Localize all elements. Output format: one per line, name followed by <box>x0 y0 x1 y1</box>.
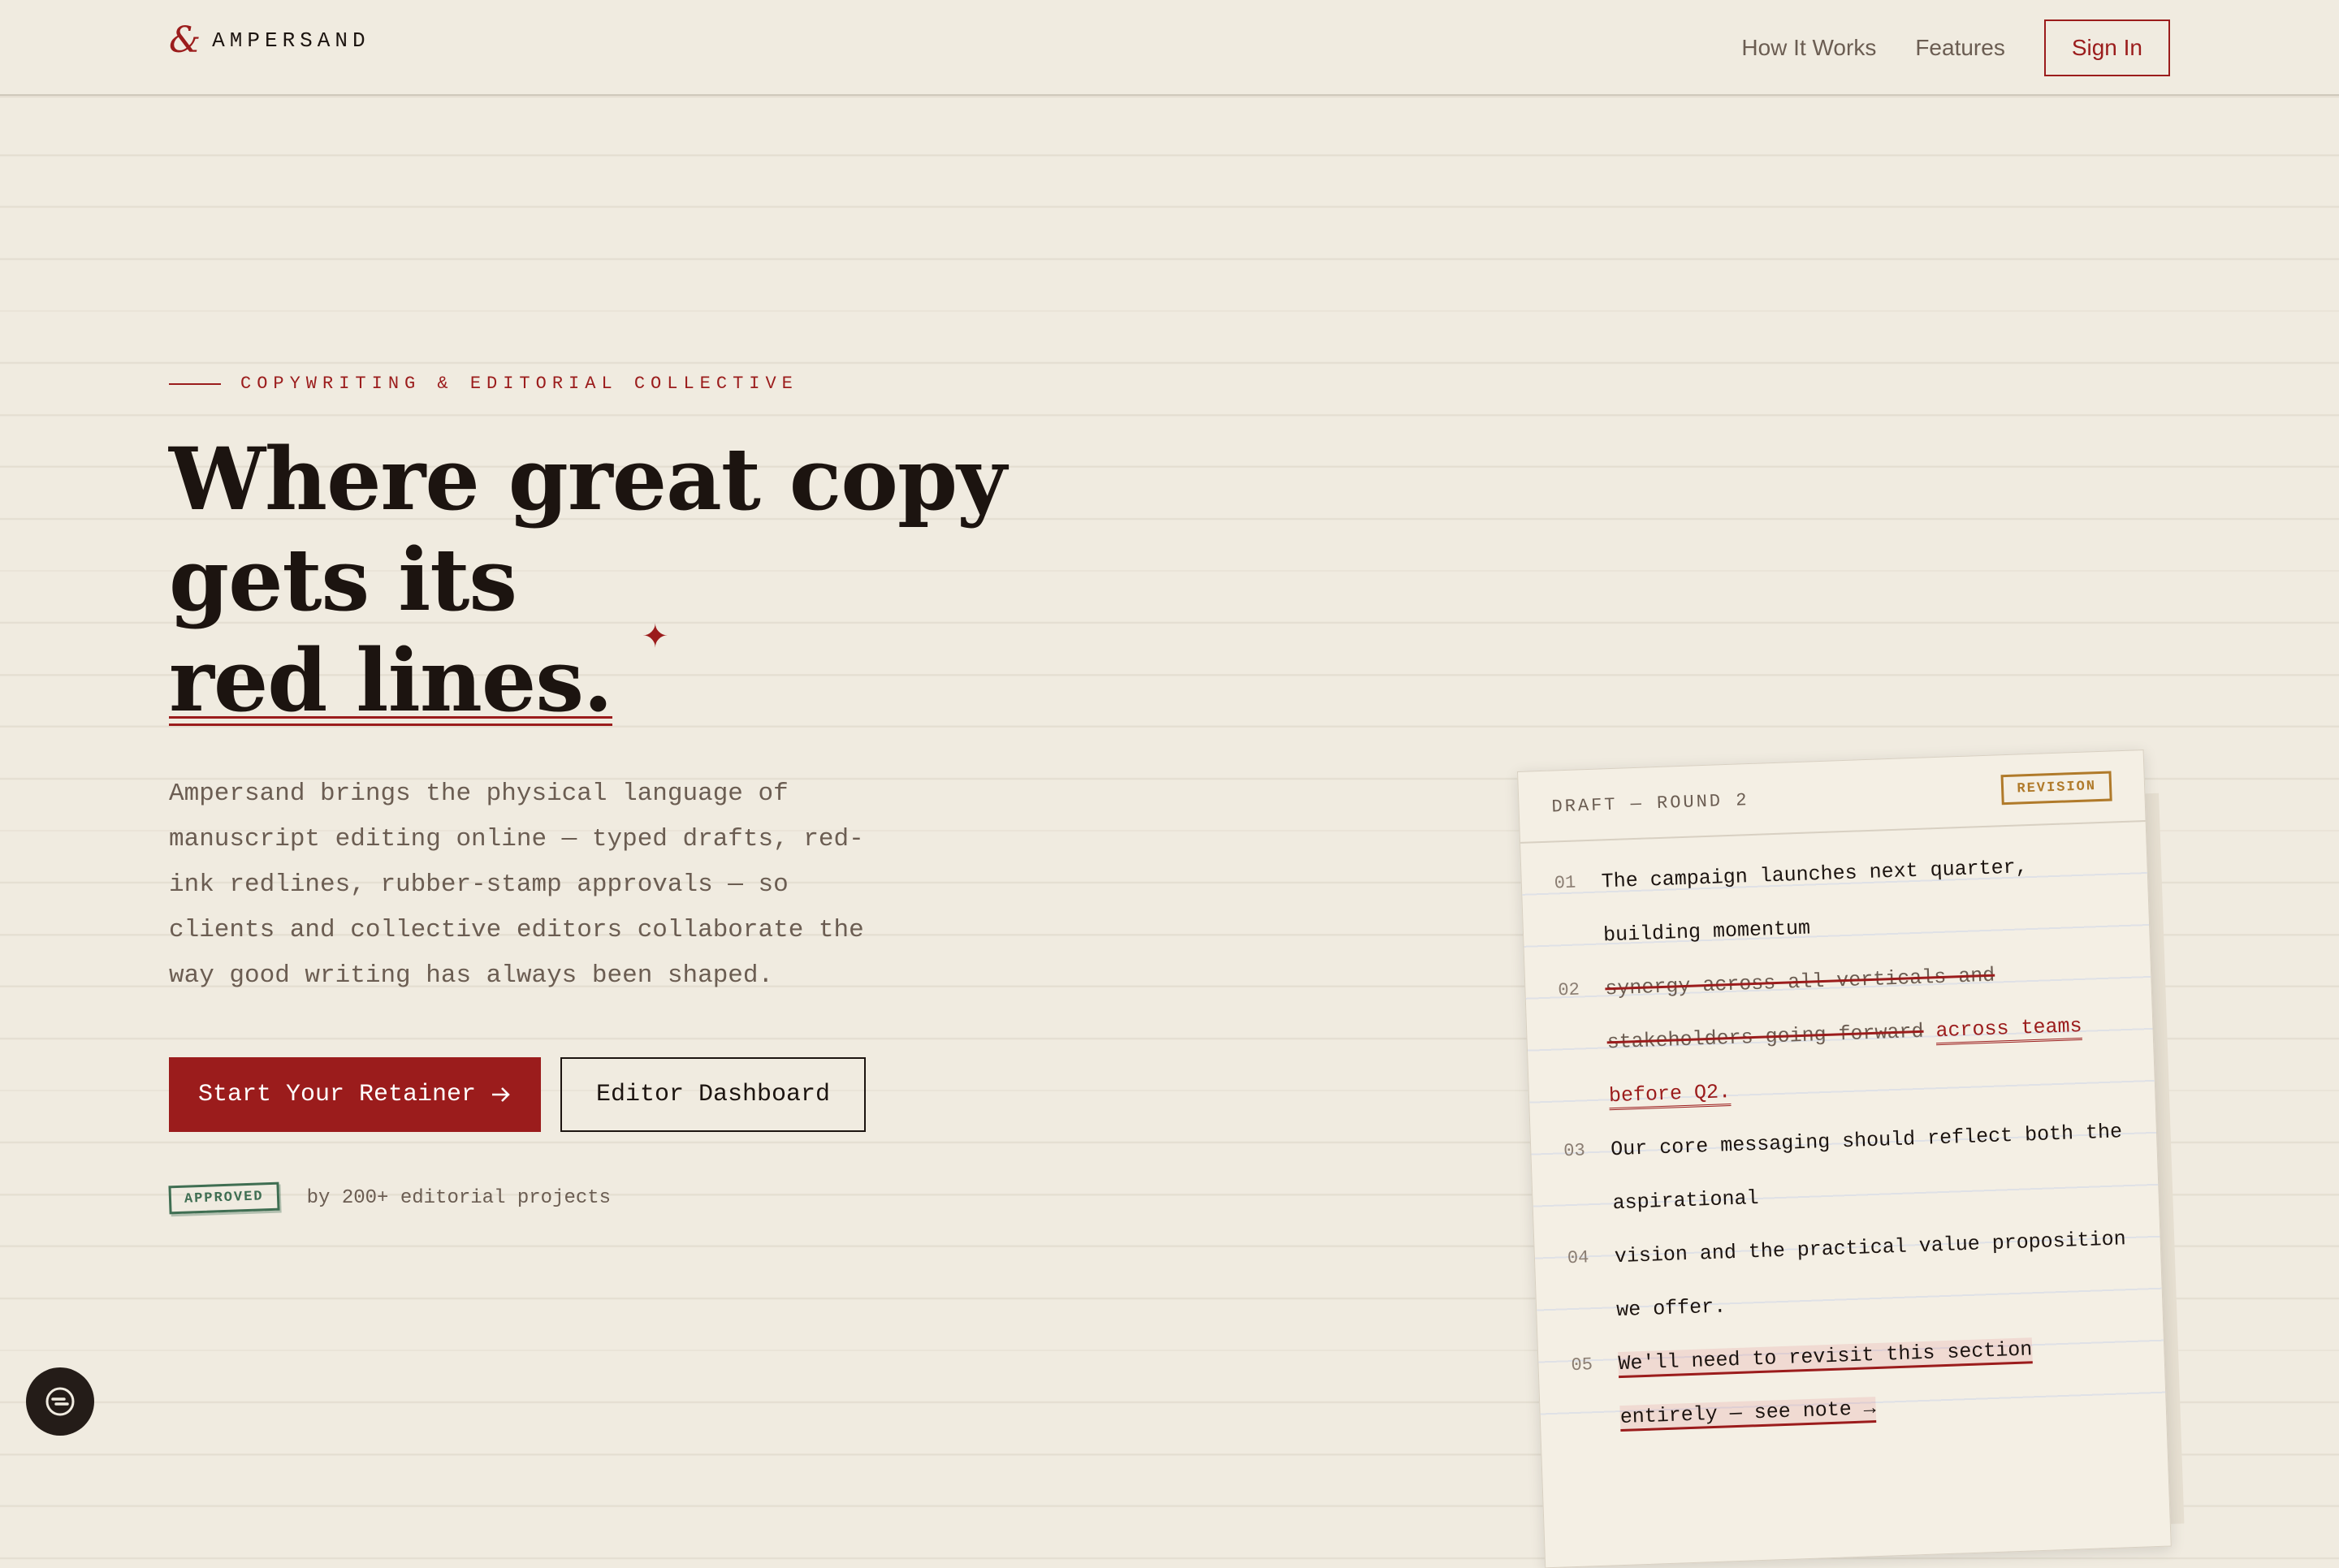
nav-link-how-it-works[interactable]: How It Works <box>1741 35 1876 61</box>
editor-dashboard-button[interactable]: Editor Dashboard <box>560 1057 866 1132</box>
draft-line: 03 Our core messaging should reflect bot… <box>1563 1105 2126 1232</box>
approved-text: by 200+ editorial projects <box>306 1187 612 1209</box>
sign-in-button[interactable]: Sign In <box>2043 19 2170 76</box>
start-retainer-button[interactable]: Start Your Retainer <box>169 1057 541 1132</box>
line-text: The campaign launches next quarter, buil… <box>1601 855 2029 948</box>
draft-line: 01 The campaign launches next quarter, b… <box>1554 837 2117 964</box>
sparkle-icon: ✦ <box>642 619 669 654</box>
chat-help-icon <box>45 1387 75 1416</box>
line-text: vision and the practical value propositi… <box>1614 1227 2127 1323</box>
nav-link-features[interactable]: Features <box>1915 35 2005 61</box>
arrow-right-icon <box>492 1087 510 1102</box>
headline-line-1: Where great copy <box>169 428 1007 529</box>
draft-body: 01 The campaign launches next quarter, b… <box>1520 822 2167 1448</box>
draft-line: 04 vision and the practical value propos… <box>1567 1212 2130 1339</box>
ampersand-logo-icon: & <box>169 19 201 61</box>
line-number: 02 <box>1558 979 1580 1001</box>
kicker-text: COPYWRITING & EDITORIAL COLLECTIVE <box>240 374 798 394</box>
line-number: 04 <box>1567 1247 1589 1269</box>
chat-help-button[interactable] <box>26 1367 94 1436</box>
approved-stamp: APPROVED <box>168 1181 280 1215</box>
hero-description: Ampersand brings the physical language o… <box>169 780 864 990</box>
revision-stamp: REVISION <box>2000 771 2112 806</box>
line-text: Our core messaging should reflect both t… <box>1610 1120 2123 1216</box>
headline-line-3: red lines. <box>169 629 613 731</box>
approved-proof: APPROVED by 200+ editorial projects <box>168 1181 612 1215</box>
headline-line-2: gets its <box>169 529 517 630</box>
highlighted-comment[interactable]: We'll need to revisit this section entir… <box>1618 1337 2033 1432</box>
brand-logo[interactable]: & AMPERSAND <box>169 23 370 58</box>
main-nav: How It Works Features Sign In <box>1741 19 2170 76</box>
draft-title: DRAFT — ROUND 2 <box>1551 790 1749 818</box>
line-number: 05 <box>1571 1354 1593 1376</box>
site-header: & AMPERSAND How It Works Features Sign I… <box>0 0 2339 96</box>
line-number: 01 <box>1554 872 1576 894</box>
brand-name: AMPERSAND <box>212 28 370 53</box>
draft-card: DRAFT — ROUND 2 REVISION 01 The campaign… <box>1517 749 2172 1568</box>
kicker-rule <box>169 382 221 385</box>
draft-line: 05 We'll need to revisit this section en… <box>1570 1320 2134 1446</box>
draft-line: 02 synergy across all verticals and stak… <box>1557 944 2122 1125</box>
line-number: 03 <box>1563 1140 1586 1162</box>
start-retainer-label: Start Your Retainer <box>197 1081 477 1108</box>
hero-kicker: COPYWRITING & EDITORIAL COLLECTIVE <box>169 374 798 394</box>
hero-headline: Where great copy gets its red lines. <box>169 428 1007 731</box>
